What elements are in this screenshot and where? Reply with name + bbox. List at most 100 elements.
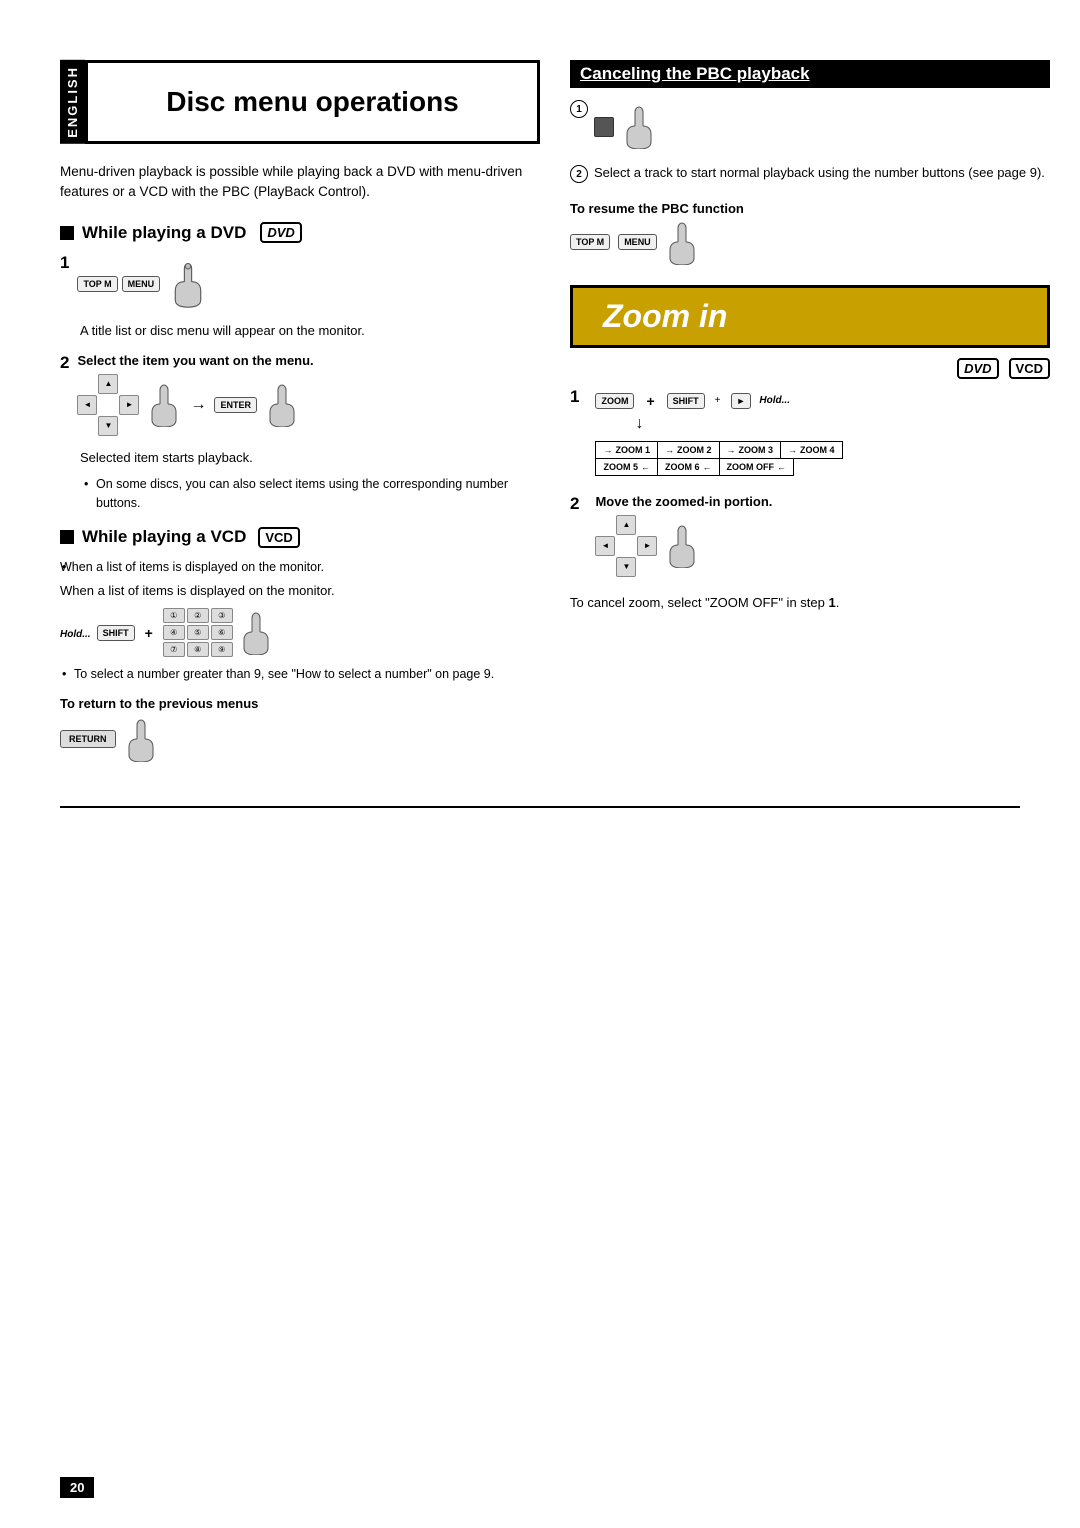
zoom-step2-label: Move the zoomed-in portion. [595,494,772,509]
zoomoff-cell: ←ZOOM OFF [719,459,794,475]
hand-icon-return [124,717,159,762]
dpad-control: ▲ ◄ ► ▼ [77,374,139,436]
resume-topm-btn: TOP M [570,234,610,250]
hand-icon-enter [265,382,300,427]
dpad-empty-tr [119,374,139,394]
canceling-section: Canceling the PBC playback 1 2 [570,60,1050,265]
page-number-bar: 20 [60,1477,94,1498]
zoom3-cell: →ZOOM 3 [720,442,782,458]
dvd-logo: DVD [260,222,301,243]
dvd-step1: 1 TOP M MENU [60,253,540,315]
zoom-dpad-empty-bl [595,557,615,577]
dvd-step2-note1: Selected item starts playback. [80,448,540,468]
dvd-subsection-title: While playing a DVD DVD [60,222,540,243]
disc-menu-title-box: Disc menu operations [85,60,540,144]
forward-zoom-btn: ► [731,393,752,409]
num-4: ④ [163,625,185,640]
dvd-step2-controls: ▲ ◄ ► ▼ [77,374,313,436]
dvd-step1-buttons: TOP M MENU [77,259,208,309]
resume-buttons: TOP M MENU [570,220,1050,265]
plus2-zoom: + [715,395,721,406]
zoom-dpad-empty-br [637,557,657,577]
vcd-intro: When a list of items is displayed on the… [60,558,540,577]
num-grid-vcd: ① ② ③ ④ ⑤ ⑥ ⑦ ⑧ ⑨ [163,608,233,657]
zoom4-cell: →ZOOM 4 [781,442,842,458]
dpad-empty-bl [77,416,97,436]
cancel-zoom-step-ref: 1 [828,595,835,610]
zoom-dpad-empty-tl [595,515,615,535]
zoom-title: Zoom in [603,298,727,335]
menu-button: MENU [122,276,161,292]
zoom-section: Zoom in DVD VCD 1 ZOOM + SHIFT [570,285,1050,613]
dpad-center [98,395,118,415]
hold-label-zoom: Hold... [759,395,790,406]
return-illus: RETURN [60,717,540,762]
zoom-dpad-empty-tr [637,515,657,535]
dvd-step2-label: Select the item you want on the menu. [77,353,313,368]
zoom-dvd-logo: DVD [957,358,998,379]
content-area: ENGLISH Disc menu operations Menu-driven… [60,60,1020,776]
plus-vcd: + [145,625,153,641]
zoom-dpad-left: ◄ [595,536,615,556]
cancel-step2: 2 Select a track to start normal playbac… [570,163,1050,191]
dvd-step2-content: Select the item you want on the menu. ▲ … [77,353,313,442]
num-5: ⑤ [187,625,209,640]
stop-button-icon [594,117,614,137]
canceling-title: Canceling the PBC playback [580,64,810,83]
num-2: ② [187,608,209,623]
cancel-step2-num: 2 [570,165,588,183]
cancel-zoom-text: To cancel zoom, select "ZOOM OFF" in ste… [570,595,825,610]
disc-menu-title: Disc menu operations [166,86,459,118]
return-button: RETURN [60,730,116,748]
vcd-subsection-title: While playing a VCD VCD [60,527,540,548]
zoom-buttons: ZOOM + SHIFT + ► Hold... [595,393,842,409]
cancel-step1: 1 [570,98,1050,155]
divider-line [60,806,1020,808]
cancel-step2-text: Select a track to start normal playback … [594,163,1045,183]
dvd-step1-number: 1 [60,253,69,273]
zoom-step1-num: 1 [570,387,579,407]
dpad-empty-br [119,416,139,436]
black-square-dvd [60,226,74,240]
zoom-title-box: Zoom in [570,285,1050,348]
resume-menu-btn: MENU [618,234,657,250]
dvd-step2-number: 2 [60,353,69,373]
zoom-vcd-logo: VCD [1009,358,1050,379]
zoom-seq-row1: →ZOOM 1 →ZOOM 2 →ZOOM 3 →ZOOM 4 [595,441,842,459]
intro-text: Menu-driven playback is possible while p… [60,162,540,203]
dvd-section: While playing a DVD DVD 1 TOP M MENU [60,222,540,513]
section-header: ENGLISH Disc menu operations [60,60,540,144]
hand-icon-vcd [239,610,274,655]
vcd-controls: Hold... SHIFT + ① ② ③ ④ ⑤ ⑥ ⑦ [60,608,540,657]
shift-button-vcd: SHIFT [97,625,135,641]
resume-label: To resume the PBC function [570,201,1050,216]
zoom-step1-content: ZOOM + SHIFT + ► Hold... ↓ [595,387,842,484]
resume-section: To resume the PBC function TOP M MENU [570,201,1050,265]
hand-icon-cancel1 [622,104,657,149]
zoom-step2-content: Move the zoomed-in portion. ▲ ◄ ► [595,494,772,583]
dpad-down: ▼ [98,416,118,436]
return-label: To return to the previous menus [60,696,540,711]
zoom-dpad-right: ► [637,536,657,556]
page: ENGLISH Disc menu operations Menu-driven… [0,0,1080,1528]
cancel-step1-content [594,104,657,149]
zoom-dpad-control: ▲ ◄ ► ▼ [595,515,657,577]
right-column: Canceling the PBC playback 1 2 [570,60,1050,776]
topm-button: TOP M [77,276,117,292]
english-sidebar-label: ENGLISH [60,60,85,144]
num-8: ⑧ [187,642,209,657]
page-number: 20 [60,1477,94,1498]
shift-zoom-btn: SHIFT [667,393,705,409]
dpad-up: ▲ [98,374,118,394]
dvd-buttons: TOP M MENU [77,276,160,292]
arrow-to-enter: → [190,396,206,414]
num-7: ⑦ [163,642,185,657]
zoom-dpad-center [616,536,636,556]
vcd-section: While playing a VCD VCD When a list of i… [60,527,540,762]
num-6: ⑥ [211,625,233,640]
canceling-title-bar: Canceling the PBC playback [570,60,1050,88]
vcd-logo: VCD [258,527,299,548]
zoom-step1: 1 ZOOM + SHIFT + ► Hold... [570,387,1050,484]
num-3: ③ [211,608,233,623]
cancel-zoom-note: To cancel zoom, select "ZOOM OFF" in ste… [570,593,1050,613]
